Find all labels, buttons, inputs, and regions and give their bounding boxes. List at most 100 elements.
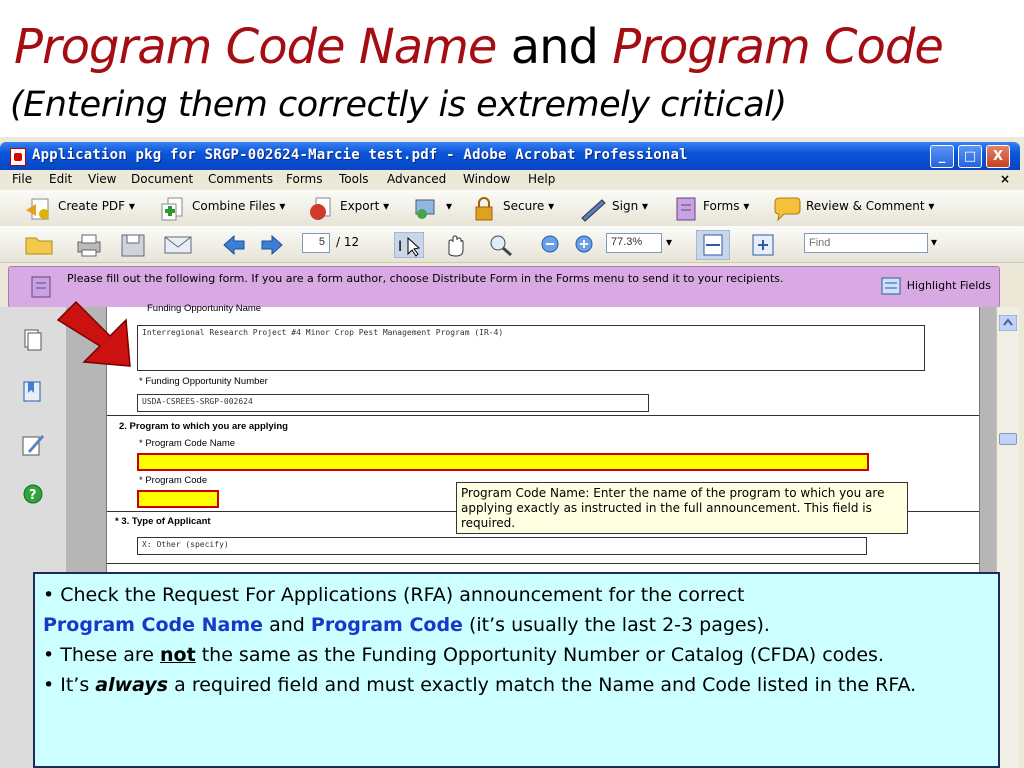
menu-close-icon[interactable]: × bbox=[1000, 172, 1010, 186]
callout-bullet-1: • Check the Request For Applications (RF… bbox=[43, 580, 990, 640]
window-title: Application pkg for SRGP-002624-Marcie t… bbox=[32, 147, 688, 163]
help-icon[interactable]: ? bbox=[22, 483, 44, 505]
navigation-toolbar: 5 / 12 I 77.3% ▾ ▾ bbox=[0, 226, 1024, 263]
create-pdf-button[interactable]: Create PDF ▾ bbox=[58, 199, 135, 213]
program-code-name-label: * Program Code Name bbox=[139, 438, 236, 449]
title-program-code: Program Code bbox=[612, 19, 944, 75]
review-comment-button[interactable]: Review & Comment ▾ bbox=[806, 199, 934, 213]
bullet-3-tail: a required field and must exactly match … bbox=[168, 674, 917, 696]
review-comment-label: Review & Comment bbox=[806, 199, 925, 213]
menu-advanced[interactable]: Advanced bbox=[387, 172, 446, 186]
secure-button[interactable]: Secure ▾ bbox=[503, 199, 554, 213]
title-program-code-name: Program Code Name bbox=[14, 19, 497, 75]
menu-help[interactable]: Help bbox=[528, 172, 555, 186]
review-comment-icon bbox=[774, 197, 801, 222]
page-number-input[interactable]: 5 bbox=[302, 233, 330, 253]
page-total: / 12 bbox=[336, 235, 360, 249]
dropdown-arrow-icon: ▾ bbox=[928, 199, 935, 213]
highlight-fields-label: Highlight Fields bbox=[906, 279, 991, 292]
zoom-out-icon[interactable] bbox=[540, 234, 560, 254]
title-and: and bbox=[510, 19, 599, 75]
close-button[interactable]: X bbox=[986, 145, 1010, 168]
pages-panel-icon[interactable] bbox=[20, 327, 44, 351]
bullet-3-text: • It’s bbox=[43, 674, 96, 696]
highlight-fields-button[interactable]: Highlight Fields bbox=[881, 276, 991, 296]
funding-opportunity-number-field[interactable]: USDA-CSREES-SRGP-002624 bbox=[137, 394, 649, 412]
bullet-2-tail: the same as the Funding Opportunity Numb… bbox=[195, 644, 884, 666]
program-section-heading: 2. Program to which you are applying bbox=[119, 421, 288, 432]
program-code-field[interactable] bbox=[137, 490, 219, 508]
export-label: Export bbox=[340, 199, 380, 213]
previous-page-icon[interactable] bbox=[220, 233, 248, 257]
find-dropdown-arrow-icon[interactable]: ▾ bbox=[931, 235, 937, 249]
forms-label: Forms bbox=[703, 199, 740, 213]
bullet-1-tail: (it’s usually the last 2-3 pages). bbox=[462, 614, 770, 636]
secure-label: Secure bbox=[503, 199, 545, 213]
scroll-up-icon[interactable] bbox=[999, 315, 1017, 331]
type-of-applicant-field[interactable]: X: Other (specify) bbox=[137, 537, 867, 555]
bookmarks-panel-icon[interactable] bbox=[20, 379, 44, 403]
save-icon[interactable] bbox=[118, 232, 148, 258]
open-folder-icon[interactable] bbox=[24, 232, 56, 258]
combine-files-icon bbox=[161, 197, 183, 221]
callout-bullet-3: • It’s always a required field and must … bbox=[43, 670, 990, 700]
zoom-level-input[interactable]: 77.3% bbox=[606, 233, 662, 253]
create-pdf-label: Create PDF bbox=[58, 199, 126, 213]
minimize-button[interactable]: _ bbox=[930, 145, 954, 168]
type-of-applicant-label: * 3. Type of Applicant bbox=[115, 516, 211, 527]
dropdown-arrow-icon: ▾ bbox=[743, 199, 750, 213]
menu-window[interactable]: Window bbox=[463, 172, 510, 186]
menu-edit[interactable]: Edit bbox=[49, 172, 72, 186]
menu-file[interactable]: File bbox=[12, 172, 32, 186]
sign-label: Sign bbox=[612, 199, 639, 213]
print-icon[interactable] bbox=[74, 232, 104, 258]
funding-opportunity-name-field[interactable]: Interregional Research Project #4 Minor … bbox=[137, 325, 925, 371]
highlight-fields-icon bbox=[881, 277, 901, 295]
select-tool-icon[interactable]: I bbox=[394, 232, 424, 258]
bullet-2-not: not bbox=[159, 644, 196, 666]
bullet-1-program-code: Program Code bbox=[310, 614, 463, 636]
fit-width-icon[interactable] bbox=[696, 230, 730, 260]
menu-tools[interactable]: Tools bbox=[339, 172, 369, 186]
scroll-thumb[interactable] bbox=[999, 433, 1017, 445]
instruction-callout: • Check the Request For Applications (RF… bbox=[33, 572, 1000, 768]
pdf-icon bbox=[10, 148, 26, 166]
combine-files-button[interactable]: Combine Files ▾ bbox=[192, 199, 285, 213]
email-icon[interactable] bbox=[162, 232, 194, 258]
field-tooltip: Program Code Name: Enter the name of the… bbox=[456, 482, 908, 534]
window-titlebar[interactable]: Application pkg for SRGP-002624-Marcie t… bbox=[0, 142, 1020, 170]
bullet-3-always: always bbox=[95, 674, 169, 696]
bullet-2-text: • These are bbox=[43, 644, 160, 666]
full-screen-icon[interactable] bbox=[750, 232, 776, 258]
hand-tool-icon[interactable] bbox=[440, 232, 470, 258]
zoom-dropdown-arrow-icon[interactable]: ▾ bbox=[666, 235, 672, 249]
zoom-in-icon[interactable] bbox=[574, 234, 594, 254]
bullet-1-text: • Check the Request For Applications (RF… bbox=[43, 584, 745, 606]
menu-bar: File Edit View Document Comments Forms T… bbox=[0, 170, 1024, 190]
program-code-name-field[interactable] bbox=[137, 453, 869, 471]
signatures-panel-icon[interactable] bbox=[20, 431, 46, 457]
share-icon[interactable] bbox=[410, 196, 442, 222]
bullet-1-program-code-name: Program Code Name bbox=[43, 614, 264, 636]
export-button[interactable]: Export ▾ bbox=[340, 199, 389, 213]
maximize-button[interactable]: □ bbox=[958, 145, 982, 168]
forms-button[interactable]: Forms ▾ bbox=[703, 199, 749, 213]
menu-view[interactable]: View bbox=[88, 172, 116, 186]
dropdown-arrow-icon: ▾ bbox=[383, 199, 390, 213]
export-icon bbox=[310, 197, 331, 220]
dropdown-arrow-icon: ▾ bbox=[279, 199, 286, 213]
callout-bullet-2: • These are not the same as the Funding … bbox=[43, 640, 990, 670]
create-pdf-icon bbox=[26, 198, 49, 220]
menu-comments[interactable]: Comments bbox=[208, 172, 273, 186]
menu-forms[interactable]: Forms bbox=[286, 172, 322, 186]
section-divider bbox=[107, 415, 979, 416]
menu-document[interactable]: Document bbox=[131, 172, 193, 186]
sign-button[interactable]: Sign ▾ bbox=[612, 199, 648, 213]
funding-opportunity-number-label: * Funding Opportunity Number bbox=[139, 376, 268, 387]
lock-icon bbox=[475, 197, 493, 221]
share-dropdown-arrow-icon[interactable]: ▾ bbox=[446, 199, 452, 213]
find-input[interactable] bbox=[804, 233, 928, 253]
zoom-tool-icon[interactable] bbox=[486, 232, 516, 258]
dropdown-arrow-icon: ▾ bbox=[128, 199, 135, 213]
next-page-icon[interactable] bbox=[258, 233, 286, 257]
